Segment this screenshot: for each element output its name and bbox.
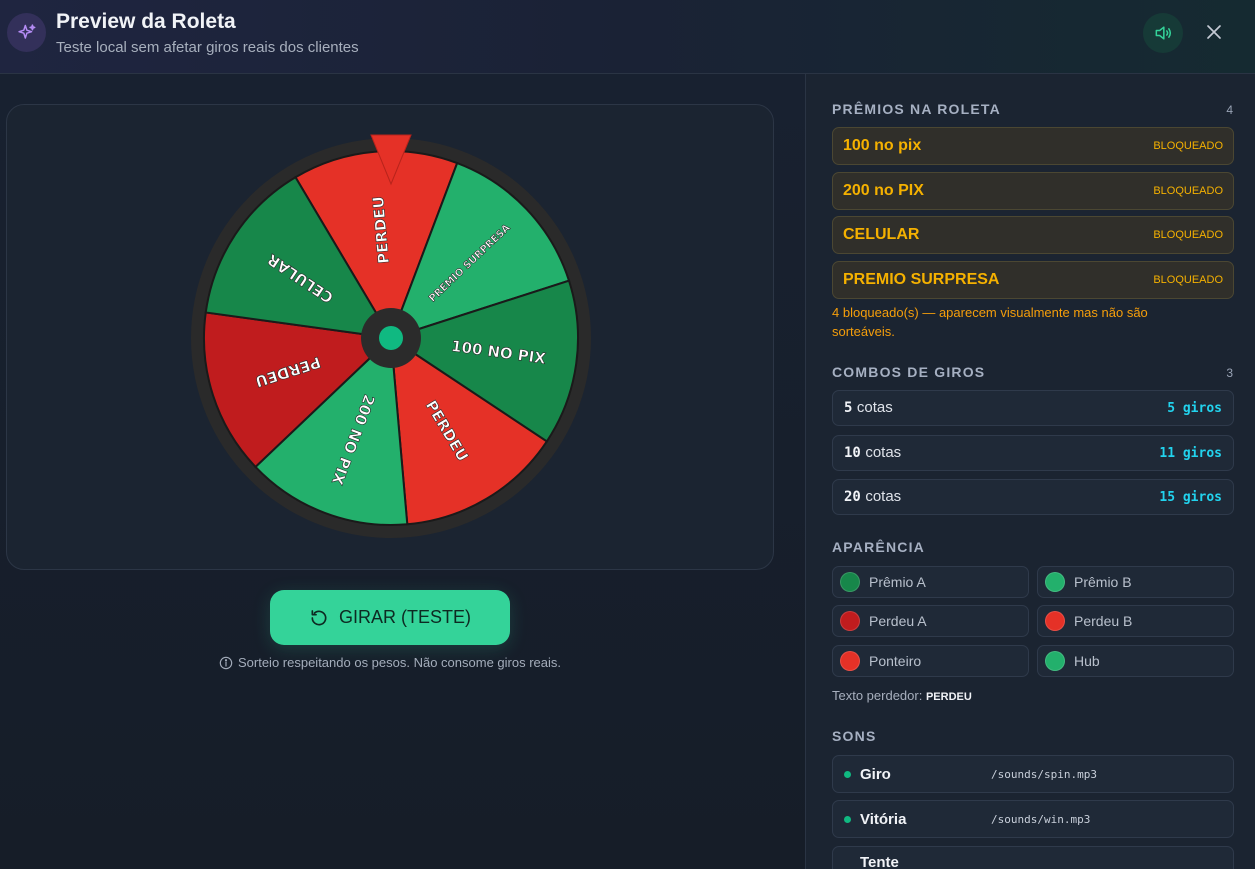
page-subtitle: Teste local sem afetar giros reais dos c…: [56, 39, 359, 56]
color-dot: [840, 572, 860, 592]
combo-item[interactable]: 20 cotas 15 giros: [832, 479, 1234, 515]
spin-note: Sorteio respeitando os pesos. Não consom…: [0, 655, 780, 670]
combo-qty: 5: [844, 400, 853, 416]
roulette-wheel: PERDEU PREMIO SURPRESA100 NO PIXPERDEU200…: [191, 134, 591, 538]
sound-status-dot: [844, 815, 851, 823]
loser-text-value: PERDEU: [925, 691, 972, 703]
color-swatch-premio-a[interactable]: Prêmio A: [832, 566, 1029, 598]
sound-name: Giro: [860, 765, 891, 783]
rotate-icon: [311, 609, 327, 625]
swatch-label: Prêmio B: [1074, 574, 1132, 590]
sound-name: Tente: [860, 854, 899, 869]
prize-name: PREMIO SURPRESA: [843, 271, 1000, 288]
color-dot: [1045, 572, 1065, 592]
info-icon: [219, 656, 233, 669]
swatch-label: Ponteiro: [869, 653, 922, 669]
sparkles-icon: [7, 13, 46, 52]
color-swatch-ponteiro[interactable]: Ponteiro: [832, 645, 1029, 677]
sounds-section-title: SONS: [832, 728, 877, 744]
sound-item[interactable]: Giro /sounds/spin.mp3: [832, 755, 1234, 793]
prize-item[interactable]: 100 no pix BLOQUEADO: [832, 127, 1234, 165]
sound-item[interactable]: Tente: [832, 846, 1234, 869]
prize-name: CELULAR: [843, 226, 920, 243]
color-swatch-hub[interactable]: Hub: [1037, 645, 1234, 677]
sound-toggle-button[interactable]: [1143, 13, 1183, 53]
combo-unit: cotas: [856, 399, 893, 416]
color-swatch-perdeu-a[interactable]: Perdeu A: [832, 605, 1029, 637]
sound-status-dot: [844, 770, 851, 778]
sound-item[interactable]: Vitória /sounds/win.mp3: [832, 800, 1234, 838]
appearance-section-title: APARÊNCIA: [832, 539, 925, 555]
spin-button-label: GIRAR (TESTE): [338, 607, 471, 627]
page-title: Preview da Roleta: [56, 10, 236, 33]
close-button[interactable]: [1200, 17, 1228, 47]
prize-status-badge: BLOQUEADO: [1153, 229, 1223, 241]
wheel-card: PERDEU PREMIO SURPRESA 100 NO PIX PERDEU 200…: [6, 104, 774, 570]
color-dot: [1045, 651, 1065, 671]
color-dot: [1045, 611, 1065, 631]
combos-count: 3: [1226, 366, 1233, 380]
prize-status-badge: BLOQUEADO: [1153, 185, 1223, 197]
combo-giros: 15 giros: [1159, 489, 1222, 505]
swatch-label: Prêmio A: [869, 574, 926, 590]
prize-status-badge: BLOQUEADO: [1153, 274, 1223, 286]
loser-text-row: Texto perdedor: PERDEU: [832, 688, 972, 703]
combo-qty: 20: [844, 489, 861, 505]
combo-unit: cotas: [865, 488, 902, 505]
prize-item[interactable]: PREMIO SURPRESA BLOQUEADO: [832, 261, 1234, 299]
sound-path: /sounds/spin.mp3: [991, 767, 1097, 781]
header: Preview da Roleta Teste local sem afetar…: [0, 0, 1255, 74]
spin-test-button[interactable]: GIRAR (TESTE): [270, 590, 510, 645]
combo-unit: cotas: [865, 444, 902, 461]
prize-status-badge: BLOQUEADO: [1153, 140, 1223, 152]
prize-item[interactable]: CELULAR BLOQUEADO: [832, 216, 1234, 254]
sound-name: Vitória: [860, 810, 907, 828]
combo-qty: 10: [844, 445, 861, 461]
swatch-label: Hub: [1074, 653, 1100, 669]
combo-item[interactable]: 5 cotas 5 giros: [832, 390, 1234, 426]
combo-giros: 11 giros: [1159, 445, 1222, 461]
loser-text-label: Texto perdedor:: [832, 688, 923, 703]
blocked-note: 4 bloqueado(s) — aparecem visualmente ma…: [832, 305, 1148, 339]
wheel-hub-center: [379, 326, 403, 350]
prizes-section-title: PRÊMIOS NA ROLETA: [832, 101, 1001, 117]
color-swatch-premio-b[interactable]: Prêmio B: [1037, 566, 1234, 598]
prize-name: 200 no PIX: [843, 182, 924, 199]
swatch-label: Perdeu A: [869, 613, 927, 629]
preview-panel: PERDEU PREMIO SURPRESA 100 NO PIX PERDEU 200…: [0, 74, 805, 869]
color-dot: [840, 651, 860, 671]
sound-path: /sounds/win.mp3: [991, 812, 1091, 826]
prize-item[interactable]: 200 no PIX BLOQUEADO: [832, 172, 1234, 210]
color-swatch-perdeu-b[interactable]: Perdeu B: [1037, 605, 1234, 637]
prizes-count: 4: [1226, 103, 1233, 117]
combo-giros: 5 giros: [1167, 400, 1222, 416]
combos-section-title: COMBOS DE GIROS: [832, 364, 986, 380]
settings-panel: PRÊMIOS NA ROLETA 4 100 no pix BLOQUEADO…: [805, 74, 1255, 869]
swatch-label: Perdeu B: [1074, 613, 1133, 629]
volume-icon: [1155, 26, 1172, 40]
close-icon: [1207, 25, 1221, 39]
spin-note-text: Sorteio respeitando os pesos. Não consom…: [237, 655, 561, 670]
combo-item[interactable]: 10 cotas 11 giros: [832, 435, 1234, 471]
color-dot: [840, 611, 860, 631]
prize-name: 100 no pix: [843, 137, 922, 154]
